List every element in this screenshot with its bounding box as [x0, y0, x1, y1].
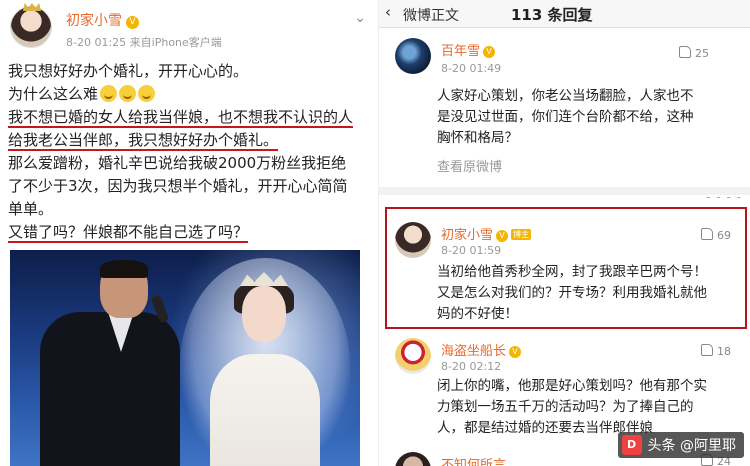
avatar[interactable] [395, 452, 431, 466]
nav-bar: ‹ 微博正文 113 条回复 [379, 0, 750, 28]
like-button[interactable]: 25 [679, 46, 709, 60]
post-line: 为什么这么难 [8, 83, 370, 106]
groom-suit [40, 312, 180, 466]
post-line: 了不少于3次，因为我只想半个婚礼，开开心心简简 [8, 177, 348, 195]
post-meta: 8-20 01:25 来自iPhone客户端 [66, 36, 222, 49]
divider [379, 187, 750, 195]
post-header: 初家小雪 V 8-20 01:25 来自iPhone客户端 ⌄ [10, 3, 370, 54]
like-count: 69 [717, 229, 731, 242]
underlined-text: 我不想已婚的女人给我当伴娘，也不想我不认识的人 [8, 108, 354, 128]
thumbs-up-icon [701, 228, 713, 240]
author-avatar[interactable] [10, 3, 52, 48]
comment-time: 8-20 02:12 [441, 360, 502, 373]
avatar[interactable] [395, 338, 431, 374]
watermark-text: 头条 @阿里耶 [647, 438, 736, 454]
comment-time: 8-20 01:59 [441, 244, 502, 257]
comment-text: 人家好心策划，你老公当场翻脸，人家也不 是没见过世面，你们连个台阶都不给，这种 … [437, 86, 694, 149]
commenter-name[interactable]: 不知何所言 [441, 454, 506, 466]
toutiao-watermark: D 头条 @阿里耶 [617, 432, 744, 458]
chevron-down-icon[interactable]: ⌄ [354, 10, 366, 26]
thumbs-up-icon [701, 344, 713, 356]
groom-hair [100, 260, 148, 278]
author-name-text: 初家小雪 [66, 13, 122, 29]
crown-icon [23, 3, 41, 11]
post-line: 那么爱蹭粉，婚礼辛巴说给我破2000万粉丝我拒绝 [8, 154, 347, 172]
commenter-name-text: 初家小雪 [441, 228, 494, 243]
more-indicator: - - - - [706, 190, 742, 204]
avatar[interactable] [395, 38, 431, 74]
verified-badge-icon: V [496, 230, 509, 242]
comment-text: 当初给他首秀秒全网，封了我跟辛巴两个号！ 又是怎么对我们的？开专场？利用我婚礼就… [437, 262, 707, 325]
like-count: 25 [695, 47, 709, 60]
comment-line: 力策划一场五千万的活动吗？为了捧自己的 [437, 399, 694, 415]
avatar[interactable] [395, 222, 431, 258]
left-post-panel: 初家小雪 V 8-20 01:25 来自iPhone客户端 ⌄ 我只想好好办个婚礼… [0, 0, 372, 466]
comment-line: 当初给他首秀秒全网，封了我跟辛巴两个号！ [437, 264, 707, 280]
bride-dress [210, 354, 320, 466]
page-title: 113 条回复 [511, 6, 593, 24]
view-original-link[interactable]: 查看原微博 [437, 156, 502, 175]
post-body: 我只想好好办个婚礼，开开心心的。 为什么这么难 我不想已婚的女人给我当伴娘，也不… [8, 60, 370, 244]
post-line: 给我老公当伴郎，我只想好好办个婚礼。 [8, 129, 370, 152]
verified-badge-icon: V [126, 16, 139, 29]
post-line: 我不想已婚的女人给我当伴娘，也不想我不认识的人 [8, 106, 370, 129]
post-line: 单单。 [8, 200, 54, 218]
underlined-text: 给我老公当伴郎，我只想好好办个婚礼。 [8, 131, 279, 151]
author-name[interactable]: 初家小雪 V [66, 10, 139, 30]
sad-emoji-icon [119, 85, 137, 102]
bride-figure [180, 258, 350, 466]
comment-line: 又是怎么对我们的？开专场？利用我婚礼就他 [437, 285, 707, 301]
commenter-name[interactable]: 百年雪 V [441, 40, 496, 59]
sad-emoji-icon [138, 85, 156, 102]
verified-badge-icon: V [483, 46, 496, 58]
like-button[interactable]: 69 [701, 228, 731, 242]
author-badge: 博主 [511, 229, 532, 240]
post-line: 我只想好好办个婚礼，开开心心的。 [8, 62, 249, 80]
post-line: 又错了吗？伴娘都不能自己选了吗？ [8, 221, 370, 244]
commenter-name[interactable]: 初家小雪 V 博主 [441, 224, 532, 243]
commenter-name[interactable]: 海盗坐船长 V [441, 340, 522, 359]
comment-line: 闭上你的嘴，他那是好心策划吗？他有那个实 [437, 378, 707, 394]
comment-line: 妈的不好使！ [437, 306, 518, 322]
commenter-name-text: 百年雪 [441, 44, 481, 59]
toutiao-logo-icon: D [621, 435, 642, 455]
comment-time: 8-20 01:49 [441, 62, 502, 75]
right-thread-panel: ‹ 微博正文 113 条回复 百年雪 V 8-20 01:49 25 人家好心策划… [378, 0, 750, 466]
back-button[interactable]: 微博正文 [403, 5, 459, 25]
groom-figure [30, 260, 180, 466]
like-count: 18 [717, 345, 731, 358]
bride-face [242, 286, 286, 342]
underlined-text: 又错了吗？伴娘都不能自己选了吗？ [8, 223, 249, 243]
comment-line: 人家好心策划，你老公当场翻脸，人家也不 [437, 88, 694, 104]
comment-line: 胸怀和格局？ [437, 130, 518, 146]
comment-text: 闭上你的嘴，他那是好心策划吗？他有那个实 力策划一场五千万的活动吗？为了捧自己的… [437, 376, 707, 439]
thumbs-up-icon [679, 46, 691, 58]
sad-emoji-icon [100, 85, 118, 102]
back-arrow-icon[interactable]: ‹ [385, 3, 391, 21]
like-button[interactable]: 18 [701, 344, 731, 358]
verified-badge-icon: V [509, 346, 522, 358]
post-line-text: 为什么这么难 [8, 85, 99, 103]
commenter-name-text: 海盗坐船长 [441, 344, 507, 359]
wedding-photo[interactable] [10, 250, 360, 466]
comment-line: 是没见过世面，你们连个台阶都不给，这种 [437, 109, 694, 125]
